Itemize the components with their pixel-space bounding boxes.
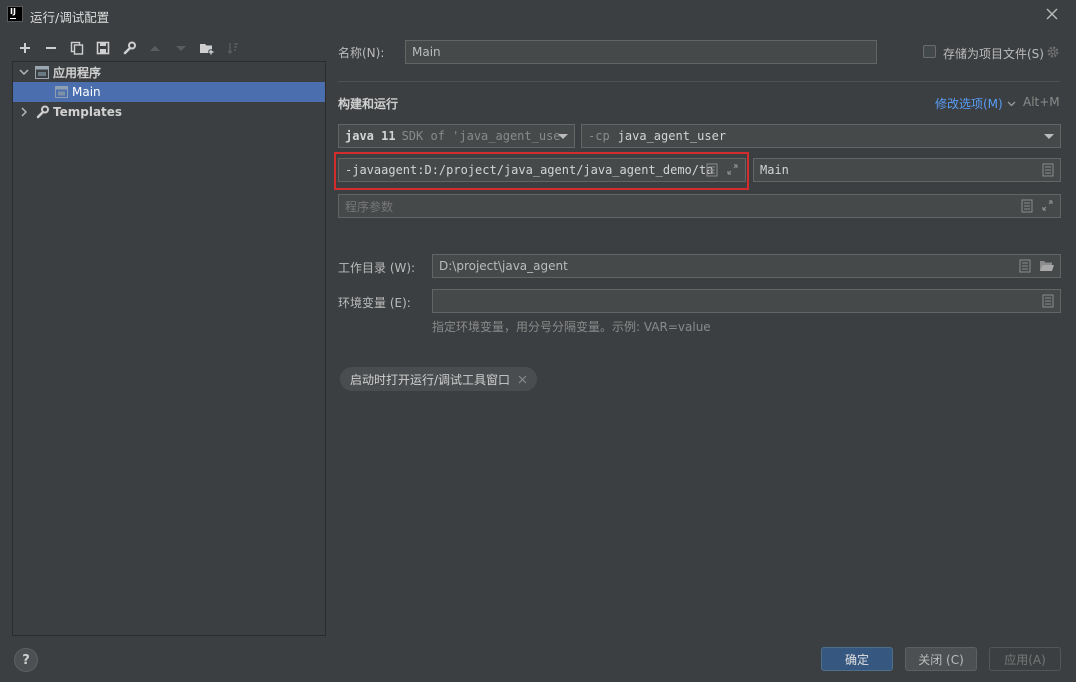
working-directory-value: D:\project\java_agent xyxy=(439,259,568,273)
sort-icon xyxy=(224,39,242,57)
chevron-right-icon[interactable] xyxy=(13,107,35,117)
cp-flag: -cp xyxy=(588,129,610,143)
chevron-down-icon xyxy=(1007,101,1016,107)
expand-icon[interactable] xyxy=(1041,199,1054,212)
folder-icon[interactable] xyxy=(1039,259,1054,272)
working-directory-field[interactable]: D:\project\java_agent xyxy=(432,254,1061,278)
copy-icon[interactable] xyxy=(68,39,86,57)
tree-item-main[interactable]: Main xyxy=(13,82,325,102)
chevron-down-icon[interactable] xyxy=(13,67,35,77)
tree-item-application[interactable]: 应用程序 xyxy=(13,62,325,82)
close-button[interactable]: 关闭 (C) xyxy=(905,647,977,671)
expand-icon[interactable] xyxy=(726,163,739,176)
add-icon[interactable] xyxy=(16,39,34,57)
vm-options-field[interactable]: -javaagent:D:/project/java_agent/java_ag… xyxy=(338,158,746,182)
name-value: Main xyxy=(412,45,441,59)
modify-options-link[interactable]: 修改选项(M) xyxy=(935,95,1016,112)
store-as-project-checkbox[interactable] xyxy=(923,45,936,58)
jdk-select[interactable]: java 11 SDK of 'java_agent_use xyxy=(338,124,575,148)
dropdown-arrow-icon xyxy=(558,134,568,139)
tree-label-application: 应用程序 xyxy=(53,65,102,80)
document-icon[interactable] xyxy=(1042,294,1054,308)
arrow-up-icon xyxy=(146,39,164,57)
program-arguments-field[interactable]: 程序参数 xyxy=(338,194,1061,218)
cp-value: java_agent_user xyxy=(617,129,727,143)
classpath-select[interactable]: -cp java_agent_user xyxy=(581,124,1061,148)
name-label: 名称(N): xyxy=(338,46,385,60)
app-logo: IJ xyxy=(7,6,23,22)
main-class-value: Main xyxy=(760,163,789,177)
document-icon[interactable] xyxy=(1042,163,1054,177)
ok-button[interactable]: 确定 xyxy=(821,647,893,671)
help-button[interactable]: ? xyxy=(14,648,38,672)
close-icon[interactable] xyxy=(518,375,527,384)
section-title: 构建和运行 xyxy=(338,97,399,111)
store-as-project-label[interactable]: 存储为项目文件(S) xyxy=(943,45,1044,62)
document-icon[interactable] xyxy=(706,163,718,177)
environment-variables-field[interactable] xyxy=(432,289,1061,313)
document-icon[interactable] xyxy=(1019,259,1031,273)
jdk-detail: SDK of 'java_agent_use xyxy=(401,129,561,143)
gear-icon[interactable] xyxy=(1046,45,1060,62)
modify-options-shortcut: Alt+M xyxy=(1023,95,1060,109)
open-tool-window-chip[interactable]: 启动时打开运行/调试工具窗口 xyxy=(340,367,538,391)
wrench-icon[interactable] xyxy=(120,39,138,57)
window-title: 运行/调试配置 xyxy=(30,10,110,25)
arrow-down-icon xyxy=(172,39,190,57)
program-arguments-placeholder: 程序参数 xyxy=(345,199,394,214)
tree-item-templates[interactable]: Templates xyxy=(13,102,325,122)
application-icon xyxy=(35,65,53,79)
document-icon[interactable] xyxy=(1021,199,1033,213)
new-folder-icon[interactable] xyxy=(198,39,216,57)
title-bar xyxy=(0,0,1076,30)
environment-variables-hint: 指定环境变量，用分号分隔变量。示例: VAR=value xyxy=(432,320,711,334)
save-icon[interactable] xyxy=(94,39,112,57)
run-config-icon xyxy=(55,86,72,98)
separator xyxy=(338,81,1060,82)
main-class-field[interactable]: Main xyxy=(753,158,1061,182)
tree-label-main: Main xyxy=(72,85,101,99)
environment-variables-label: 环境变量 (E): xyxy=(338,296,411,310)
remove-icon[interactable] xyxy=(42,39,60,57)
wrench-icon xyxy=(35,105,53,119)
configuration-tree: 应用程序 Main Templates xyxy=(12,61,326,636)
tree-label-templates: Templates xyxy=(53,105,123,119)
jdk-keyword: java 11 xyxy=(345,129,396,143)
chip-label: 启动时打开运行/调试工具窗口 xyxy=(350,372,511,387)
working-directory-label: 工作目录 (W): xyxy=(338,261,416,275)
modify-options-label: 修改选项(M) xyxy=(935,97,1003,111)
close-icon[interactable] xyxy=(1042,4,1062,24)
dropdown-arrow-icon xyxy=(1044,134,1054,139)
apply-button[interactable]: 应用(A) xyxy=(989,647,1061,671)
name-field[interactable]: Main xyxy=(405,40,877,64)
vm-options-value: -javaagent:D:/project/java_agent/java_ag… xyxy=(345,163,714,177)
